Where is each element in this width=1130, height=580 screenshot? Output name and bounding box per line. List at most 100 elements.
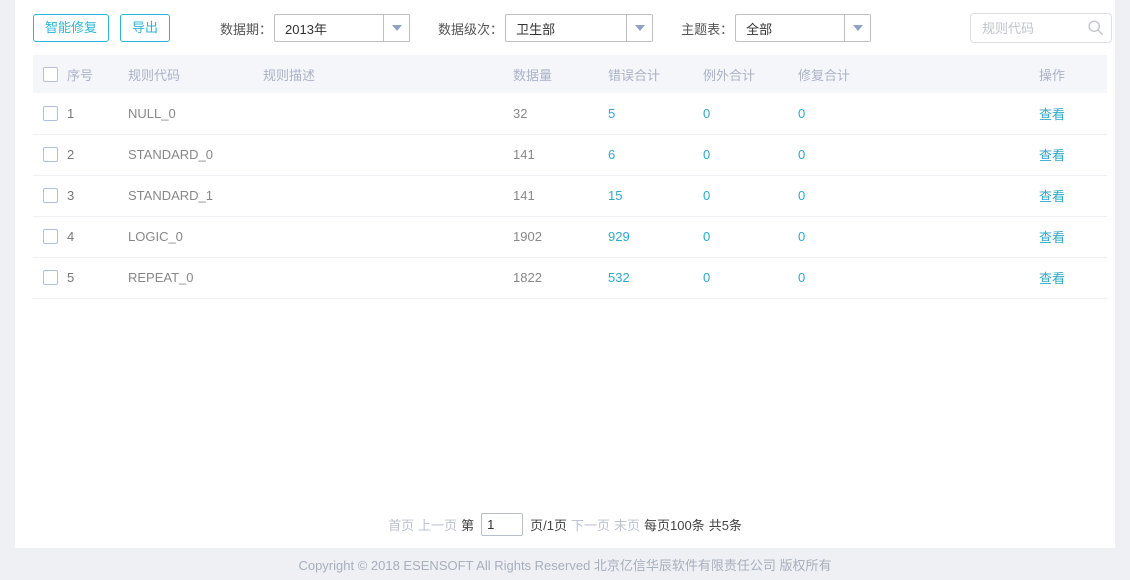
cell-action: 查看 [997,216,1107,257]
content-card: 智能修复 导出 数据期： 2013年 数据级次： 卫生部 主题表： 全部 规则代… [15,0,1115,548]
cell-rule-desc [263,93,513,134]
pagination-page-input[interactable] [481,513,524,536]
table-row: 3 STANDARD_1 141 15 0 0 查看 [33,175,1107,216]
cell-action: 查看 [997,93,1107,134]
column-header-repair-total: 修复合计 [798,67,851,83]
exception-total-link[interactable]: 0 [703,106,710,121]
data-period-select[interactable]: 2013年 [274,14,411,42]
view-link[interactable]: 查看 [1039,189,1065,204]
row-seq-cell: 5 [33,257,128,298]
row-seq-cell: 4 [33,216,128,257]
app-root: 智能修复 导出 数据期： 2013年 数据级次： 卫生部 主题表： 全部 规则代… [0,0,1130,580]
cell-rule-code: LOGIC_0 [128,229,183,244]
cell-action: 查看 [997,175,1107,216]
cell-repair-total: 0 [798,93,997,134]
error-total-link[interactable]: 15 [608,188,622,203]
cell-rule-code: REPEAT_0 [128,270,194,285]
cell-repair-total: 0 [798,216,997,257]
export-button[interactable]: 导出 [120,14,171,42]
view-link[interactable]: 查看 [1039,271,1065,286]
view-link[interactable]: 查看 [1039,230,1065,245]
cell-error-total: 532 [608,257,703,298]
column-header-error-total: 错误合计 [608,67,661,83]
toolbar: 智能修复 导出 数据期： 2013年 数据级次： 卫生部 主题表： 全部 规则代… [15,0,1115,56]
filter-data-period: 数据期： 2013年 [220,14,411,42]
error-total-link[interactable]: 5 [608,106,615,121]
pagination-next[interactable]: 下一页 [571,515,610,534]
cell-rule-code: STANDARD_0 [128,147,214,162]
cell-rule-code: NULL_0 [128,105,176,121]
row-checkbox[interactable] [43,270,58,285]
repair-total-link[interactable]: 0 [798,270,805,285]
chevron-down-icon[interactable] [844,15,871,41]
cell-data-count: 141 [513,147,535,162]
column-header-exception-total: 例外合计 [703,67,756,83]
topic-table-select[interactable]: 全部 [735,14,872,42]
error-total-link[interactable]: 6 [608,147,615,162]
repair-total-link[interactable]: 0 [798,106,805,121]
search-input[interactable] [970,13,1112,43]
cell-repair-total: 0 [798,257,997,298]
rules-table: 序号 规则代码 规则描述 数据量 错误合计 例外合计 修复合计 操作 1 NUL… [33,55,1107,299]
pagination-last[interactable]: 末页 [614,515,640,534]
cell-rule-desc [263,257,513,298]
row-seq-cell: 3 [33,175,128,216]
column-header-data-count: 数据量 [513,67,553,83]
cell-rule-desc [263,216,513,257]
row-checkbox[interactable] [43,105,58,121]
filter-data-period-label: 数据期： [220,21,273,37]
table-row: 5 REPEAT_0 1822 532 0 0 查看 [33,257,1107,298]
pagination-page-prefix: 第 [461,518,475,533]
chevron-down-icon[interactable] [626,15,653,41]
pagination-first[interactable]: 首页 [388,515,414,534]
filter-data-level-label: 数据级次： [438,21,504,37]
search-container [970,13,1112,43]
row-checkbox[interactable] [43,229,58,244]
pagination-total: 共5条 [708,518,742,533]
repair-total-link[interactable]: 0 [798,229,805,244]
row-checkbox[interactable] [43,188,58,203]
filter-topic-table-label: 主题表： [681,21,734,37]
cell-exception-total: 0 [703,93,798,134]
filter-data-level: 数据级次： 卫生部 [438,14,654,42]
exception-total-link[interactable]: 0 [703,147,710,162]
error-total-link[interactable]: 532 [608,270,630,285]
row-checkbox[interactable] [43,147,58,162]
exception-total-link[interactable]: 0 [703,229,710,244]
view-link[interactable]: 查看 [1039,148,1065,163]
cell-rule-desc [263,134,513,175]
footer: Copyright © 2018 ESENSOFT All Rights Res… [0,548,1130,580]
exception-total-link[interactable]: 0 [703,188,710,203]
column-header-action: 操作 [1038,67,1065,83]
table-header-row: 序号 规则代码 规则描述 数据量 错误合计 例外合计 修复合计 操作 [33,55,1107,93]
repair-total-link[interactable]: 0 [798,188,805,203]
data-level-select[interactable]: 卫生部 [505,14,654,42]
error-total-link[interactable]: 929 [608,229,630,244]
copyright-text: Copyright © 2018 ESENSOFT All Rights Res… [298,557,832,573]
cell-exception-total: 0 [703,257,798,298]
table-body: 1 NULL_0 32 5 0 0 查看 2 STANDARD_0 141 6 … [33,93,1107,298]
view-link[interactable]: 查看 [1039,107,1065,122]
cell-data-count: 1822 [513,270,542,285]
cell-action: 查看 [997,134,1107,175]
column-header-rule-code: 规则代码 [128,67,181,83]
pagination: 首页 上一页 第 页/1页 下一页 末页 每页100条 共5条 [15,513,1115,536]
repair-total-link[interactable]: 0 [798,147,805,162]
smart-repair-button[interactable]: 智能修复 [33,14,110,42]
select-all-checkbox[interactable] [43,66,58,82]
pagination-per-page: 每页100条 [643,518,705,533]
cell-rule-desc [263,175,513,216]
data-level-value: 卫生部 [516,21,556,37]
pagination-prev[interactable]: 上一页 [418,515,457,534]
cell-data-count: 141 [513,188,535,203]
row-seq-cell: 2 [33,134,128,175]
data-period-value: 2013年 [285,21,327,37]
cell-data-count: 32 [513,105,528,121]
cell-repair-total: 0 [798,175,997,216]
cell-repair-total: 0 [798,134,997,175]
cell-exception-total: 0 [703,175,798,216]
topic-table-value: 全部 [746,21,773,37]
chevron-down-icon[interactable] [383,15,410,41]
exception-total-link[interactable]: 0 [703,270,710,285]
filter-topic-table: 主题表： 全部 [681,14,872,42]
